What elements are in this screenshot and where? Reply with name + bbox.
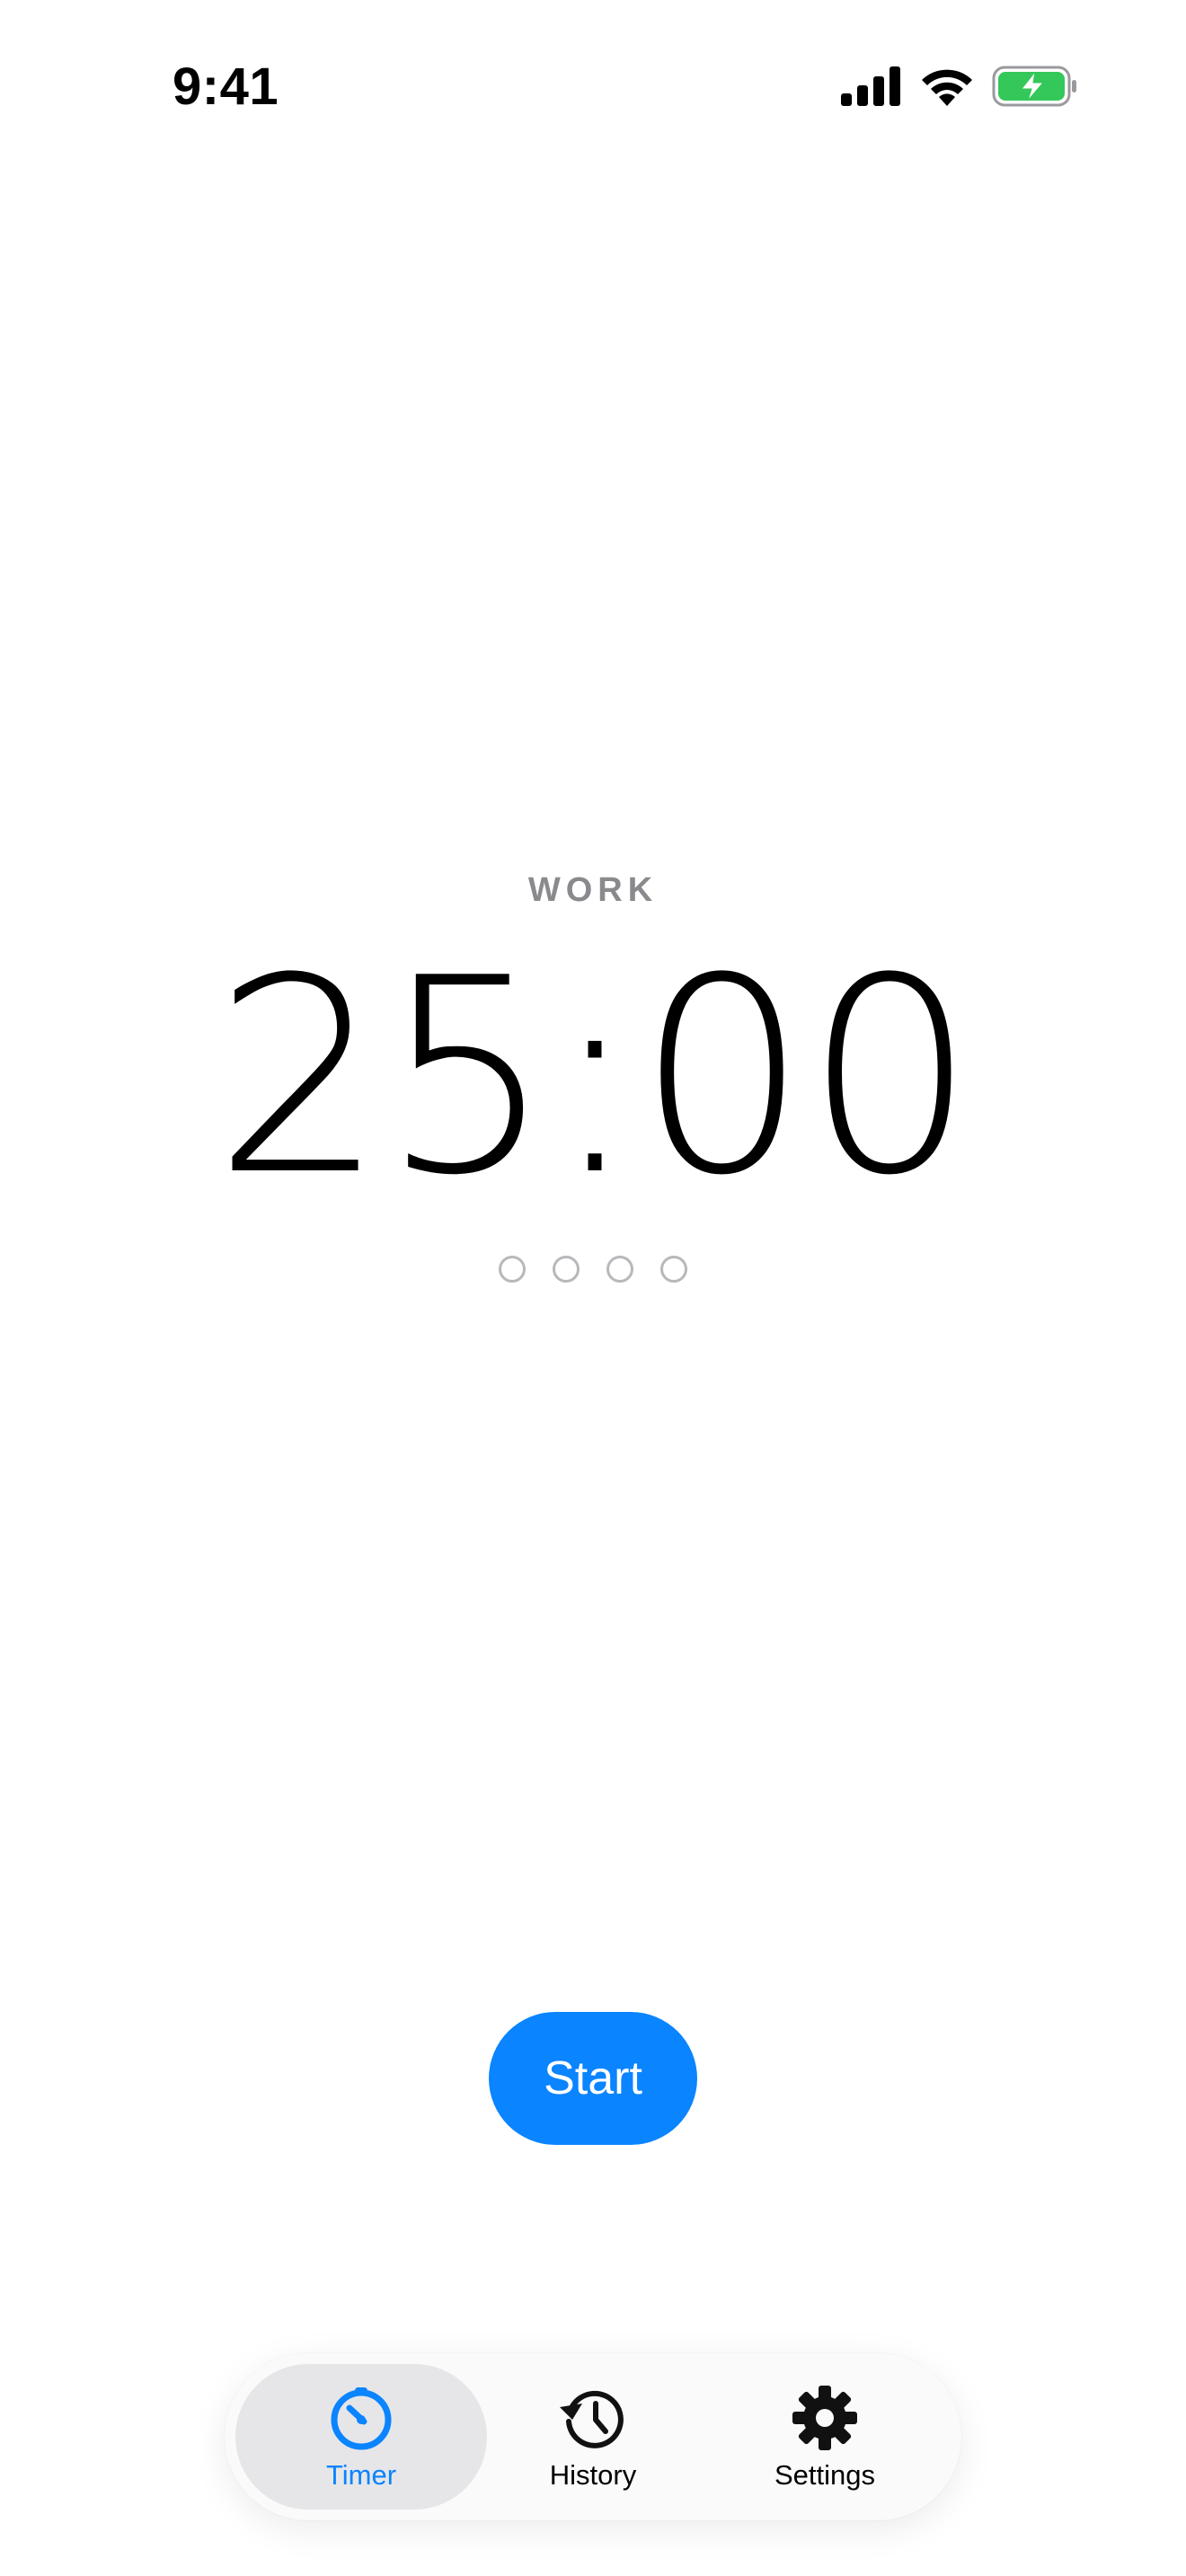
tab-timer-label: Timer	[325, 2459, 397, 2491]
gear-icon	[792, 2386, 857, 2450]
start-button[interactable]: Start	[489, 2012, 697, 2145]
wifi-icon	[922, 69, 972, 106]
status-icons	[841, 61, 1078, 111]
tab-bar: Timer History Settings	[225, 2353, 961, 2520]
tab-history-label: History	[549, 2459, 637, 2491]
cellular-signal-icon	[841, 66, 900, 106]
timer-display: 25:00	[213, 921, 977, 1234]
session-dots	[0, 1256, 1186, 1283]
tab-history[interactable]: History	[487, 2364, 699, 2510]
session-dot	[553, 1256, 580, 1283]
tab-timer[interactable]: Timer	[235, 2364, 487, 2510]
session-dot	[606, 1256, 633, 1283]
battery-charging-icon	[992, 66, 1076, 107]
tab-settings-label: Settings	[774, 2459, 875, 2491]
session-dot	[499, 1256, 526, 1283]
status-bar: 9:41	[0, 0, 1186, 171]
mode-label: WORK	[527, 871, 659, 909]
session-dot	[660, 1256, 687, 1283]
status-time: 9:41	[173, 57, 279, 116]
tab-settings[interactable]: Settings	[699, 2364, 951, 2510]
history-icon	[560, 2390, 624, 2448]
timer-icon	[331, 2387, 392, 2450]
